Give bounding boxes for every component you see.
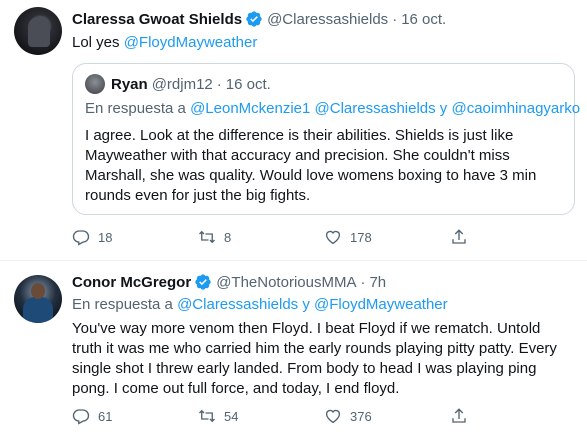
retweet-icon	[199, 230, 215, 244]
quoted-tweet[interactable]: Ryan @rdjm12 · 16 oct. En respuesta a @L…	[72, 63, 580, 215]
like-button[interactable]: 376	[324, 407, 450, 425]
retweet-count: 8	[224, 229, 232, 245]
tweet-actions: 61 54 376	[72, 407, 576, 425]
reply-context-mentions[interactable]: @Claressashields y @FloydMayweather	[177, 296, 448, 313]
tweet-header: Conor McGregor @TheNotoriousMMA · 7h	[72, 273, 386, 291]
tweet-date[interactable]: 7h	[369, 274, 386, 291]
quoted-reply-context: En respuesta a @LeonMckenzie1 @Claressas…	[85, 100, 580, 117]
retweet-count: 54	[224, 408, 239, 424]
verified-badge-icon	[246, 11, 262, 27]
reply-count: 18	[98, 229, 113, 245]
tweet-date[interactable]: 16 oct.	[401, 11, 446, 28]
verified-badge-icon	[195, 274, 211, 290]
share-button[interactable]	[450, 407, 576, 425]
separator-dot: ·	[360, 273, 366, 291]
like-icon	[325, 230, 341, 245]
author-handle[interactable]: @TheNotoriousMMA	[216, 274, 356, 291]
tweet-text-prefix: Lol yes	[72, 34, 124, 51]
retweet-icon	[199, 409, 215, 423]
share-icon	[452, 408, 466, 423]
author-handle[interactable]: @Claressashields	[267, 11, 388, 28]
author-name[interactable]: Claressa Gwoat Shields	[72, 11, 242, 28]
reply-context: En respuesta a @Claressashields y @Floyd…	[72, 295, 572, 315]
reply-context-prefix: En respuesta a	[72, 296, 178, 313]
tweet-header: Claressa Gwoat Shields @Claressashields …	[72, 10, 446, 28]
quoted-author-handle[interactable]: @rdjm12	[152, 76, 213, 93]
tweet-actions: 18 8 178	[72, 228, 576, 246]
avatar-claressa[interactable]	[14, 7, 62, 55]
avatar-ryan[interactable]	[85, 74, 105, 94]
reply-button[interactable]: 61	[72, 407, 198, 425]
reply-count: 61	[98, 408, 113, 424]
tweet-conor[interactable]: Conor McGregor @TheNotoriousMMA · 7h En …	[0, 260, 587, 436]
retweet-button[interactable]: 8	[198, 228, 324, 246]
like-icon	[325, 409, 341, 424]
avatar-conor[interactable]	[14, 275, 62, 323]
retweet-button[interactable]: 54	[198, 407, 324, 425]
share-button[interactable]	[450, 228, 576, 246]
reply-icon	[72, 409, 90, 425]
like-button[interactable]: 178	[324, 228, 450, 246]
reply-context-mentions[interactable]: @LeonMckenzie1 @Claressashields y @caoim…	[190, 100, 580, 117]
quoted-header: Ryan @rdjm12 · 16 oct.	[85, 74, 271, 94]
author-name[interactable]: Conor McGregor	[72, 274, 191, 291]
tweet-claressa[interactable]: Claressa Gwoat Shields @Claressashields …	[0, 0, 587, 260]
like-count: 178	[350, 229, 372, 245]
share-icon	[452, 229, 466, 244]
reply-context-prefix: En respuesta a	[85, 100, 191, 117]
quoted-author-name[interactable]: Ryan	[111, 76, 148, 93]
quoted-date[interactable]: 16 oct.	[226, 76, 271, 93]
tweet-text: Lol yes @FloydMayweather	[72, 33, 572, 53]
separator-dot: ·	[216, 75, 222, 93]
mention-link[interactable]: @FloydMayweather	[124, 34, 258, 51]
reply-icon	[72, 230, 90, 246]
like-count: 376	[350, 408, 372, 424]
reply-button[interactable]: 18	[72, 228, 198, 246]
separator-dot: ·	[392, 10, 398, 28]
quoted-text: I agree. Look at the difference is their…	[85, 127, 537, 204]
tweet-text: You've way more venom then Floyd. I beat…	[72, 320, 557, 397]
